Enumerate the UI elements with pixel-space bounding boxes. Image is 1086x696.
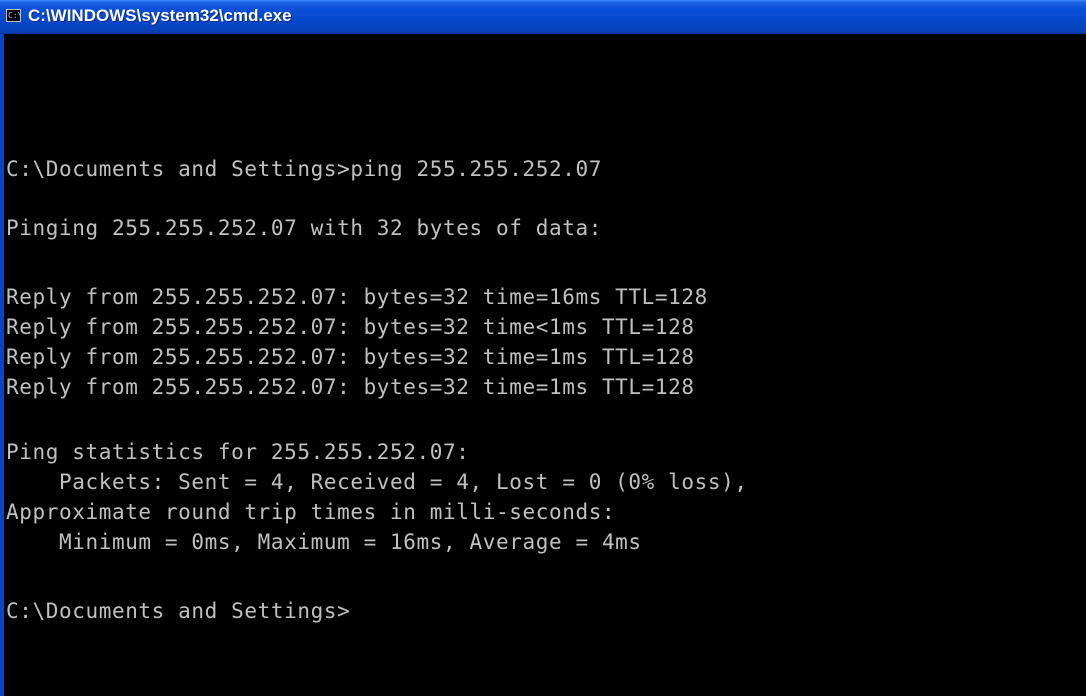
console-line-command: C:\Documents and Settings>ping 255.255.2… xyxy=(6,157,602,181)
console-line-packets: Packets: Sent = 4, Received = 4, Lost = … xyxy=(6,470,748,494)
console-line-rtt-values: Minimum = 0ms, Maximum = 16ms, Average =… xyxy=(6,530,642,554)
title-bar[interactable]: C:\ C:\WINDOWS\system32\cmd.exe xyxy=(0,0,1086,34)
console-line-reply-2: Reply from 255.255.252.07: bytes=32 time… xyxy=(6,315,695,339)
console-line-reply-4: Reply from 255.255.252.07: bytes=32 time… xyxy=(6,375,695,399)
console-line-prompt: C:\Documents and Settings> xyxy=(6,599,351,623)
window-title: C:\WINDOWS\system32\cmd.exe xyxy=(28,6,292,25)
console-line-reply-3: Reply from 255.255.252.07: bytes=32 time… xyxy=(6,345,695,369)
console-line-stats-header: Ping statistics for 255.255.252.07: xyxy=(6,440,470,464)
cmd-icon[interactable]: C:\ xyxy=(6,9,21,22)
cmd-window: C:\ C:\WINDOWS\system32\cmd.exe C:\Docum… xyxy=(0,0,1086,696)
console-line-reply-1: Reply from 255.255.252.07: bytes=32 time… xyxy=(6,285,708,309)
console-line-pinging: Pinging 255.255.252.07 with 32 bytes of … xyxy=(6,216,602,240)
console-output[interactable]: C:\Documents and Settings>ping 255.255.2… xyxy=(4,34,1086,696)
console-line-rtt-header: Approximate round trip times in milli-se… xyxy=(6,500,616,524)
